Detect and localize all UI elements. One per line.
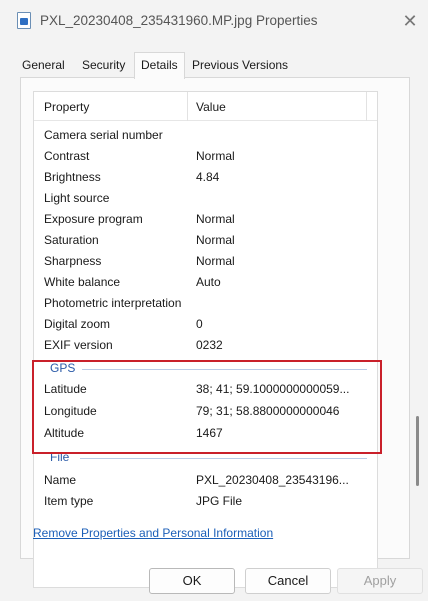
details-panel: Property Value Camera serial number Cont…: [20, 77, 419, 588]
property-name: White balance: [44, 275, 121, 289]
tab-bar: General Security Details Previous Versio…: [20, 52, 410, 79]
column-divider[interactable]: [187, 92, 188, 121]
list-item[interactable]: White balance Auto: [34, 272, 377, 293]
property-name: Digital zoom: [44, 317, 111, 331]
property-name: Name: [44, 473, 77, 487]
property-name: Altitude: [44, 426, 85, 440]
property-value: Auto: [196, 275, 221, 289]
list-item[interactable]: Brightness 4.84: [34, 167, 377, 188]
list-item[interactable]: Altitude 1467: [34, 423, 377, 444]
property-value: Normal: [196, 149, 235, 163]
property-name: Camera serial number: [44, 128, 163, 142]
list-item[interactable]: Photometric interpretation: [34, 293, 377, 314]
scroll-thumb[interactable]: [416, 416, 419, 486]
list-item[interactable]: EXIF version 0232: [34, 335, 377, 356]
column-header-property[interactable]: Property: [44, 100, 89, 114]
list-item[interactable]: Item type JPG File: [34, 491, 377, 512]
property-value: JPG File: [196, 494, 243, 508]
group-header-gps[interactable]: GPS: [34, 359, 377, 379]
list-item[interactable]: Longitude 79; 31; 58.8800000000046: [34, 401, 377, 422]
list-item[interactable]: Digital zoom 0: [34, 314, 377, 335]
window-title: PXL_20230408_235431960.MP.jpg Properties: [40, 13, 318, 28]
apply-button[interactable]: Apply: [337, 568, 423, 594]
property-list[interactable]: Property Value Camera serial number Cont…: [33, 91, 378, 588]
group-label: File: [50, 450, 70, 464]
column-header-value[interactable]: Value: [196, 100, 226, 114]
property-value: 38; 41; 59.1000000000059...: [196, 382, 350, 396]
property-value: 0232: [196, 338, 223, 352]
list-header: Property Value: [34, 92, 377, 121]
property-value: Normal: [196, 233, 235, 247]
list-item[interactable]: Name PXL_20230408_23543196...: [34, 470, 377, 491]
close-button[interactable]: ✕: [398, 10, 422, 34]
list-item[interactable]: Exposure program Normal: [34, 209, 377, 230]
property-name: Light source: [44, 191, 110, 205]
tab-security[interactable]: Security: [82, 56, 125, 78]
property-name: Photometric interpretation: [44, 296, 182, 310]
property-name: Latitude: [44, 382, 87, 396]
list-item[interactable]: Saturation Normal: [34, 230, 377, 251]
property-value: 4.84: [196, 170, 220, 184]
property-name: EXIF version: [44, 338, 113, 352]
list-item[interactable]: Camera serial number: [34, 125, 377, 146]
group-divider: [82, 369, 367, 370]
property-value: 1467: [196, 426, 223, 440]
property-name: Sharpness: [44, 254, 102, 268]
list-item[interactable]: Latitude 38; 41; 59.1000000000059...: [34, 379, 377, 400]
group-divider: [80, 458, 367, 459]
title-bar: PXL_20230408_235431960.MP.jpg Properties…: [0, 0, 428, 44]
property-name: Brightness: [44, 170, 101, 184]
dialog-buttons: OK Cancel Apply: [0, 566, 428, 596]
property-value: PXL_20230408_23543196...: [196, 473, 349, 487]
property-value: 79; 31; 58.8800000000046: [196, 404, 340, 418]
list-scrollbar[interactable]: [399, 106, 419, 576]
property-value: Normal: [196, 212, 235, 226]
group-header-file[interactable]: File: [34, 448, 377, 468]
property-name: Longitude: [44, 404, 97, 418]
group-label: GPS: [50, 361, 76, 375]
property-name: Saturation: [44, 233, 99, 247]
column-divider[interactable]: [366, 92, 367, 121]
tab-previous-versions[interactable]: Previous Versions: [192, 56, 288, 78]
file-image-icon: [17, 12, 31, 29]
cancel-button[interactable]: Cancel: [245, 568, 331, 594]
tab-details[interactable]: Details: [134, 52, 185, 79]
property-value: 0: [196, 317, 203, 331]
ok-button[interactable]: OK: [149, 568, 235, 594]
property-name: Exposure program: [44, 212, 143, 226]
list-item[interactable]: Sharpness Normal: [34, 251, 377, 272]
tab-general[interactable]: General: [22, 56, 65, 78]
remove-properties-link[interactable]: Remove Properties and Personal Informati…: [33, 526, 273, 540]
list-item[interactable]: Contrast Normal: [34, 146, 377, 167]
list-item[interactable]: Light source: [34, 188, 377, 209]
property-value: Normal: [196, 254, 235, 268]
property-name: Item type: [44, 494, 94, 508]
property-name: Contrast: [44, 149, 90, 163]
